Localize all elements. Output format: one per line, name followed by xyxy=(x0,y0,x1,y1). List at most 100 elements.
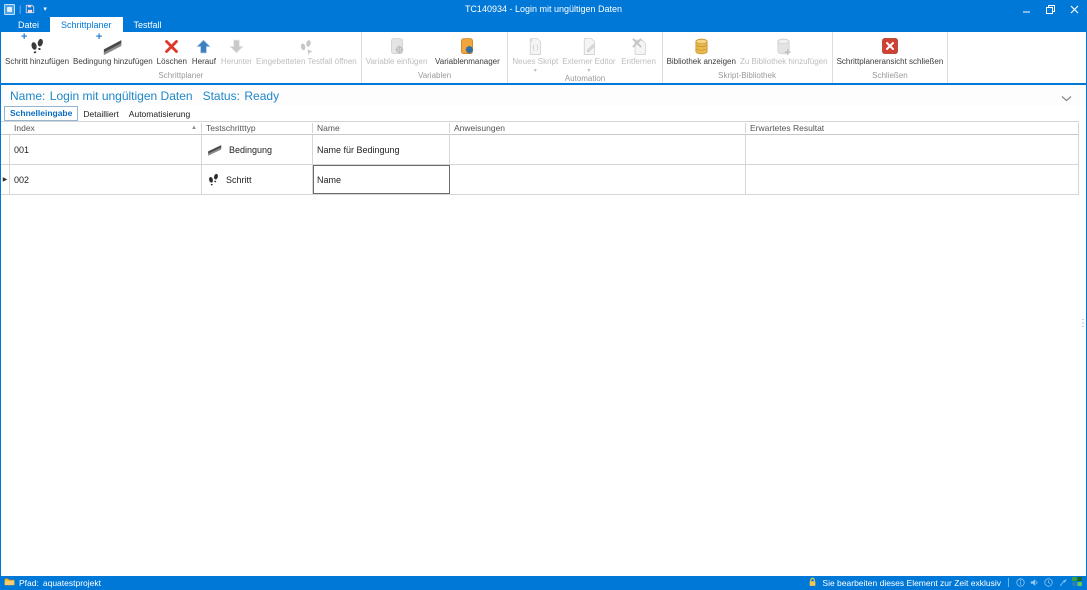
column-header-anweisungen[interactable]: Anweisungen xyxy=(450,123,746,133)
button-label: Schrittplaneransicht schließen xyxy=(837,58,944,67)
status-bar: Pfad: aquatestprojekt Sie bearbeiten die… xyxy=(1,576,1086,589)
ribbon-group-skript-bibliothek: Bibliothek anzeigen Zu Bibliothek hinzuf… xyxy=(663,32,833,83)
button-label: Externer Editor xyxy=(562,58,615,67)
exclusive-edit-message: Sie bearbeiten dieses Element zur Zeit e… xyxy=(822,578,1001,588)
ribbon-group-variablen: Variable einfügen Variablenmanager Varia… xyxy=(362,32,509,83)
minimize-button[interactable] xyxy=(1014,1,1038,17)
tab-schnelleingabe[interactable]: Schnelleingabe xyxy=(4,106,78,121)
tab-schrittplaner[interactable]: Schrittplaner xyxy=(50,17,123,32)
index-cell[interactable]: 001 xyxy=(10,135,202,164)
sound-icon[interactable] xyxy=(1030,578,1039,587)
quick-access-toolbar: | ▾ xyxy=(4,4,47,15)
tab-automatisierung[interactable]: Automatisierung xyxy=(124,108,195,121)
row-marker-cell xyxy=(1,135,10,164)
title-bar: | ▾ TC140934 - Login mit ungültigen Date… xyxy=(1,1,1086,17)
condition-add-icon: + xyxy=(102,35,124,57)
column-header-index[interactable]: Index ▲ xyxy=(10,123,202,133)
ribbon: + Schritt hinzufügen + Bedingung hinzufü… xyxy=(1,32,1086,85)
move-down-button: Herunter xyxy=(219,34,254,71)
tools-icon[interactable] xyxy=(1058,578,1067,587)
view-tab-strip: Schnelleingabe Detailliert Automatisieru… xyxy=(1,106,1086,121)
window-title: TC140934 - Login mit ungültigen Daten xyxy=(1,4,1086,14)
name-cell-focused[interactable]: Name xyxy=(313,165,450,194)
column-header-testschritttyp[interactable]: Testschritttyp xyxy=(202,123,313,133)
tab-detailliert[interactable]: Detailliert xyxy=(78,108,123,121)
tab-testfall[interactable]: Testfall xyxy=(123,17,173,32)
index-cell[interactable]: 002 xyxy=(10,165,202,194)
svg-text:{ }: { } xyxy=(533,43,539,50)
erwartetes-resultat-cell[interactable] xyxy=(746,135,1079,164)
condition-icon xyxy=(206,142,224,157)
add-condition-button[interactable]: + Bedingung hinzufügen xyxy=(71,34,155,71)
table-row: 001 Bedingung Name für Bedingung xyxy=(1,135,1079,165)
restore-button[interactable] xyxy=(1038,1,1062,17)
app-window: | ▾ TC140934 - Login mit ungültigen Date… xyxy=(0,0,1087,590)
variable-manager-icon xyxy=(459,35,475,57)
add-step-button[interactable]: + Schritt hinzufügen xyxy=(3,34,71,71)
group-label: Skript-Bibliothek xyxy=(663,71,832,83)
lock-icon xyxy=(808,577,817,589)
remove-script-icon xyxy=(631,35,647,57)
button-label: Neues Skript xyxy=(512,58,558,67)
arrow-down-icon xyxy=(228,35,245,57)
button-label: Herunter xyxy=(221,58,252,67)
info-icon[interactable] xyxy=(1016,578,1025,587)
plugin-status-icon[interactable] xyxy=(1072,577,1082,588)
testcase-name-label: Name: xyxy=(10,89,45,103)
footsteps-icon xyxy=(206,172,221,187)
button-label: Variablenmanager xyxy=(435,58,500,67)
column-header-erwartetes-resultat[interactable]: Erwartetes Resultat xyxy=(746,123,1079,133)
delete-button[interactable]: Löschen xyxy=(155,34,189,71)
move-up-button[interactable]: Herauf xyxy=(189,34,219,71)
embedded-testcase-icon xyxy=(296,35,316,57)
testcase-name-value: Login mit ungültigen Daten xyxy=(50,89,193,103)
current-row-marker-icon: ▶ xyxy=(1,165,10,194)
table-row: ▶ 002 Schritt Name xyxy=(1,165,1079,195)
close-stepplanner-view-button[interactable]: Schrittplaneransicht schließen xyxy=(835,34,946,71)
qat-customize-arrow[interactable]: ▾ xyxy=(43,5,47,13)
button-label: Eingebetteten Testfall öffnen xyxy=(256,58,357,67)
group-label: Automation xyxy=(508,74,661,86)
button-label: Schritt hinzufügen xyxy=(5,58,69,67)
testcase-status-value: Ready xyxy=(244,89,279,103)
steptype-cell[interactable]: Schritt xyxy=(202,165,313,194)
library-database-icon xyxy=(693,35,710,57)
anweisungen-cell[interactable] xyxy=(450,165,746,194)
path-label: Pfad: xyxy=(19,578,39,588)
close-view-icon xyxy=(881,35,899,57)
anweisungen-cell[interactable] xyxy=(450,135,746,164)
name-cell[interactable]: Name für Bedingung xyxy=(313,135,450,164)
steptype-cell[interactable]: Bedingung xyxy=(202,135,313,164)
show-library-button[interactable]: Bibliothek anzeigen xyxy=(665,34,738,71)
library-add-icon xyxy=(775,35,792,57)
close-button[interactable] xyxy=(1062,1,1086,17)
button-label: Herauf xyxy=(192,58,216,67)
chevron-down-icon[interactable] xyxy=(1061,89,1072,107)
app-icon[interactable] xyxy=(4,4,15,15)
steps-table: Index ▲ Testschritttyp Name Anweisungen … xyxy=(1,121,1079,195)
button-label: Bedingung hinzufügen xyxy=(73,58,153,67)
column-header-name[interactable]: Name xyxy=(313,123,450,133)
group-label: Schrittplaner xyxy=(1,71,361,83)
variable-manager-button[interactable]: Variablenmanager xyxy=(429,34,505,71)
qat-separator: | xyxy=(19,5,21,14)
testcase-status-label: Status: xyxy=(203,89,240,103)
panel-splitter-handle[interactable]: ⋮ xyxy=(1078,321,1084,327)
external-editor-icon xyxy=(581,35,597,57)
path-value: aquatestprojekt xyxy=(43,578,101,588)
button-label: Variable einfügen xyxy=(366,58,428,67)
save-icon[interactable] xyxy=(25,4,35,14)
table-header-row: Index ▲ Testschritttyp Name Anweisungen … xyxy=(1,121,1079,135)
statusbar-divider xyxy=(1008,578,1009,587)
new-script-icon: { } xyxy=(527,35,543,57)
ribbon-group-schliessen: Schrittplaneransicht schließen Schließen xyxy=(833,32,949,83)
clock-icon[interactable] xyxy=(1044,578,1053,587)
button-label: Zu Bibliothek hinzufügen xyxy=(740,58,828,67)
remove-script-button: Entfernen xyxy=(618,34,660,74)
ribbon-group-schrittplaner: + Schritt hinzufügen + Bedingung hinzufü… xyxy=(1,32,362,83)
footsteps-add-icon: + xyxy=(27,35,47,57)
tab-datei[interactable]: Datei xyxy=(7,17,50,32)
erwartetes-resultat-cell[interactable] xyxy=(746,165,1079,194)
sort-ascending-icon: ▲ xyxy=(191,125,197,131)
open-embedded-testcase-button: Eingebetteten Testfall öffnen xyxy=(254,34,359,71)
